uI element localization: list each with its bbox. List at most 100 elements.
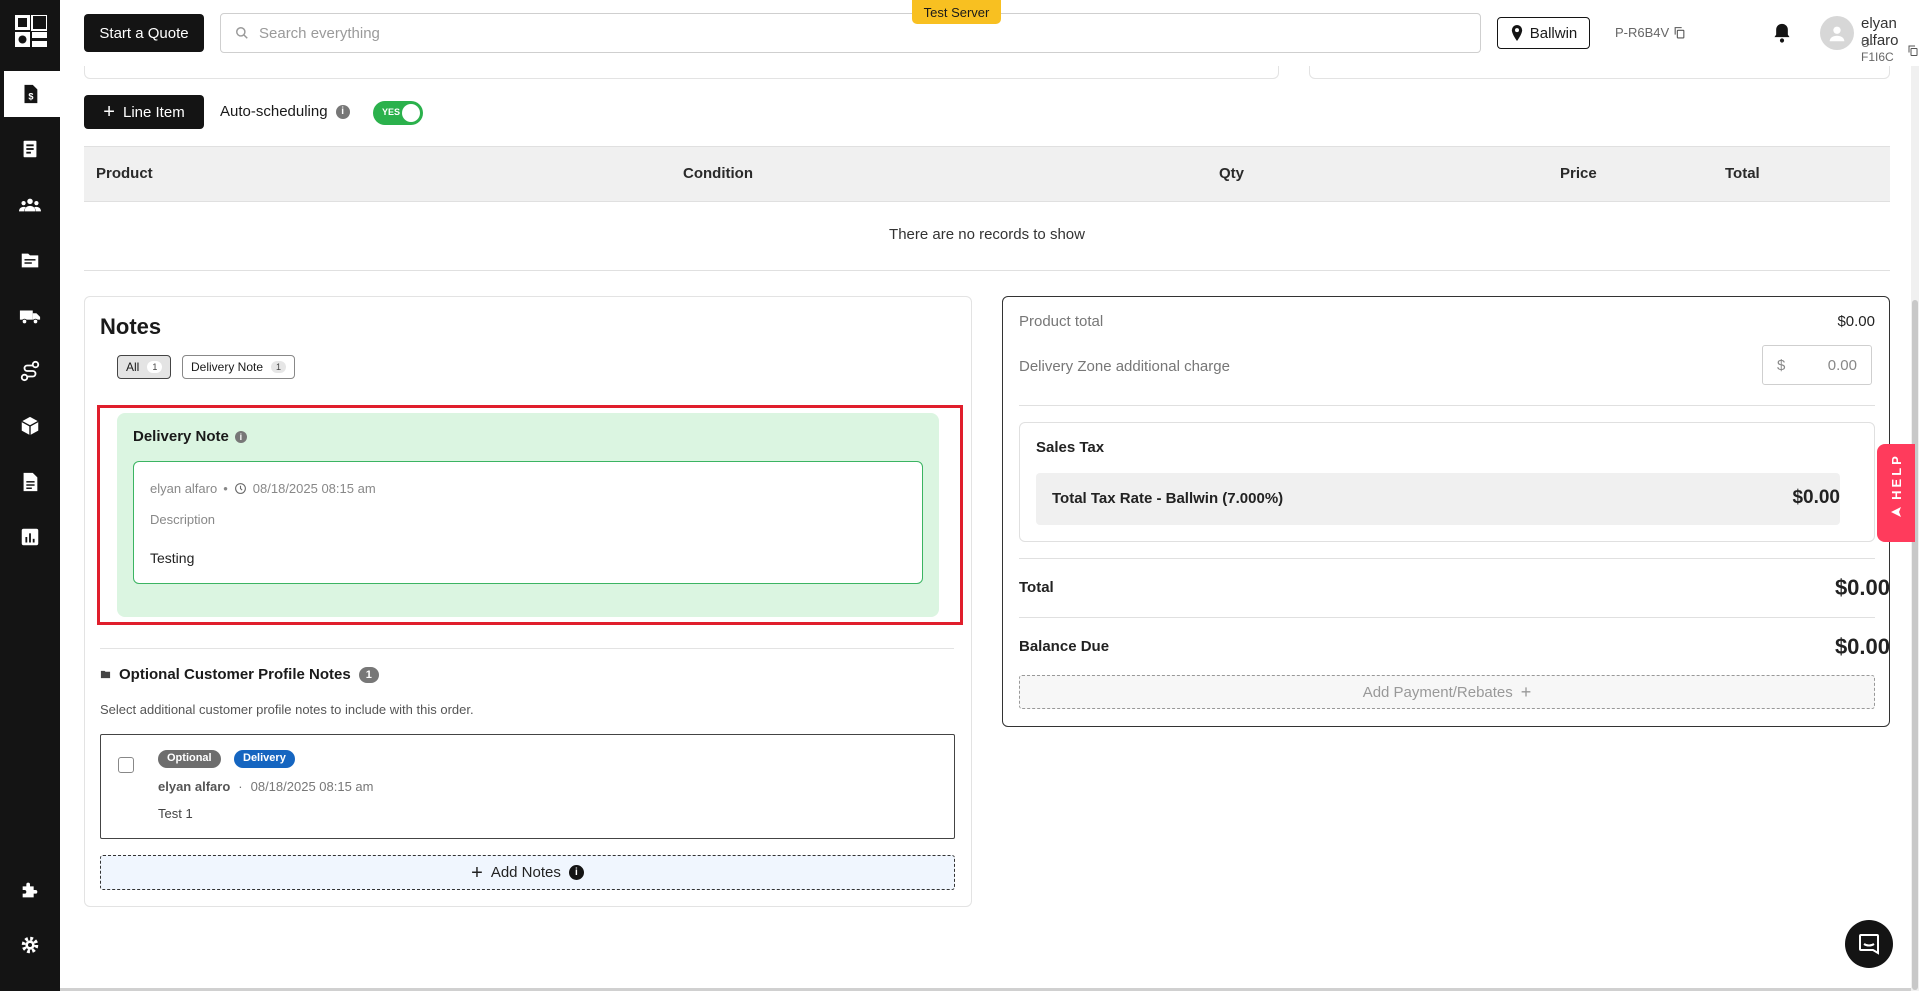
invoice-icon: [23, 140, 37, 158]
optional-profile-notes-label: Optional Customer Profile Notes: [119, 666, 351, 683]
empty-table-message: There are no records to show: [889, 226, 1085, 243]
tax-rate-value: $0.00: [1792, 487, 1840, 508]
add-line-item-button[interactable]: + Line Item: [84, 95, 204, 129]
plus-icon: +: [1520, 682, 1532, 702]
user-code[interactable]: U-F1I6C: [1861, 36, 1919, 64]
copy-icon[interactable]: [1907, 44, 1919, 57]
sidebar-item-inventory[interactable]: [0, 403, 60, 449]
product-total-label: Product total: [1019, 313, 1104, 330]
delivery-note-card[interactable]: [133, 461, 923, 584]
notes-title: Notes: [100, 314, 162, 339]
sidebar-item-settings[interactable]: [0, 922, 60, 968]
sidebar-item-invoices[interactable]: [0, 126, 60, 172]
app-logo[interactable]: [15, 15, 47, 47]
delivery-zone-label: Delivery Zone additional charge: [1019, 358, 1230, 375]
gear-icon: [21, 936, 39, 954]
location-label: Ballwin: [1529, 24, 1578, 42]
product-total-value: $0.00: [1837, 313, 1875, 330]
balance-due-value: $0.00: [1834, 634, 1890, 659]
filter-delivery-note[interactable]: Delivery Note 1: [182, 355, 296, 379]
help-tab[interactable]: HELP: [1877, 444, 1915, 542]
folder-icon: [21, 253, 39, 268]
note-icon: [100, 670, 111, 679]
sidebar-item-folders[interactable]: [0, 237, 60, 283]
search-icon: [236, 27, 248, 39]
filter-all[interactable]: All 1: [117, 355, 172, 379]
sidebar-item-deliveries[interactable]: [0, 293, 60, 339]
info-icon[interactable]: i: [568, 865, 584, 880]
description-text: Testing: [150, 550, 195, 566]
toggle-knob: [402, 104, 420, 122]
add-notes-button[interactable]: + Add Notes i: [100, 855, 955, 890]
reports-icon: [21, 528, 39, 546]
sales-tax-title: Sales Tax: [1036, 439, 1105, 456]
svg-text:$: $: [28, 92, 33, 102]
project-code-label: P-R6B4V: [1615, 25, 1670, 40]
plus-icon: +: [103, 101, 115, 123]
sidebar-item-integrations[interactable]: [0, 867, 60, 913]
filter-all-count: 1: [147, 361, 163, 373]
auto-scheduling-toggle[interactable]: YES: [373, 101, 423, 125]
totals-divider: [1019, 405, 1875, 406]
optional-tag: Optional: [158, 750, 221, 768]
column-condition[interactable]: Condition: [683, 165, 753, 182]
package-icon: [21, 416, 39, 436]
column-total[interactable]: Total: [1725, 165, 1760, 182]
filter-delivery-note-count: 1: [271, 361, 287, 373]
toggle-label: YES: [382, 107, 401, 117]
profile-note-author: elyan alfaro: [158, 779, 231, 794]
total-value: $0.00: [1834, 575, 1890, 600]
scrollbar-thumb[interactable]: [1912, 300, 1918, 990]
start-quote-button[interactable]: Start a Quote: [84, 14, 204, 52]
user-code-label: U-F1I6C: [1861, 36, 1894, 64]
project-code[interactable]: P-R6B4V: [1615, 25, 1686, 40]
filter-delivery-note-label: Delivery Note: [191, 360, 264, 374]
delivery-zone-value: 0.00: [1827, 356, 1857, 374]
totals-divider: [1019, 617, 1875, 618]
sidebar-item-quotes[interactable]: $: [0, 71, 60, 117]
copy-icon[interactable]: [1673, 26, 1686, 39]
search-box[interactable]: [220, 13, 1481, 53]
balance-due-label: Balance Due: [1019, 638, 1110, 655]
profile-note-timestamp: 08/18/2025 08:15 am: [250, 779, 374, 794]
info-icon[interactable]: i: [234, 430, 247, 443]
line-item-label: Line Item: [122, 103, 185, 121]
delivery-note-meta: elyan alfaro • 08/18/2025 08:15 am: [150, 481, 376, 496]
separator-dot: ·: [238, 779, 243, 794]
chat-icon: [1859, 934, 1879, 955]
line-items-table-header: Product Condition Qty Price Total: [84, 146, 1890, 202]
test-server-badge: Test Server: [912, 0, 1001, 24]
profile-note-checkbox[interactable]: [118, 757, 134, 773]
bell-icon[interactable]: [1772, 22, 1792, 44]
location-button[interactable]: Ballwin: [1497, 17, 1590, 49]
map-pin-icon: [1511, 25, 1522, 41]
profile-note-meta: elyan alfaro · 08/18/2025 08:15 am: [158, 779, 374, 794]
sidebar-item-customers[interactable]: [0, 182, 60, 228]
document-icon: [23, 472, 38, 492]
chat-button[interactable]: [1845, 920, 1893, 968]
delivery-zone-input[interactable]: $ 0.00: [1762, 345, 1872, 385]
column-qty[interactable]: Qty: [1219, 165, 1244, 182]
delivery-note-title-label: Delivery Note: [133, 428, 229, 445]
truck-icon: [19, 310, 41, 325]
add-notes-label: Add Notes: [490, 864, 561, 881]
sidebar-item-routes[interactable]: [0, 348, 60, 394]
search-input[interactable]: [259, 24, 1439, 42]
plus-icon: +: [471, 861, 483, 884]
column-product[interactable]: Product: [96, 165, 153, 182]
column-price[interactable]: Price: [1560, 165, 1597, 182]
filter-all-label: All: [126, 360, 140, 374]
quote-doc-icon: $: [24, 84, 38, 104]
user-icon: [1829, 26, 1845, 42]
auto-scheduling-label: Auto-scheduling: [220, 103, 328, 120]
tax-rate-label: Total Tax Rate - Ballwin (7.000%): [1052, 490, 1284, 507]
avatar[interactable]: [1820, 16, 1854, 50]
delivery-tag: Delivery: [234, 750, 295, 768]
sidebar-item-documents[interactable]: [0, 459, 60, 505]
delivery-note-title: Delivery Note i: [133, 428, 247, 445]
info-icon[interactable]: i: [335, 104, 350, 119]
add-payment-button[interactable]: Add Payment/Rebates +: [1019, 675, 1875, 709]
sidebar-item-reports[interactable]: [0, 514, 60, 560]
arrow-icon: [1891, 506, 1901, 517]
delivery-note-author: elyan alfaro: [150, 481, 218, 496]
